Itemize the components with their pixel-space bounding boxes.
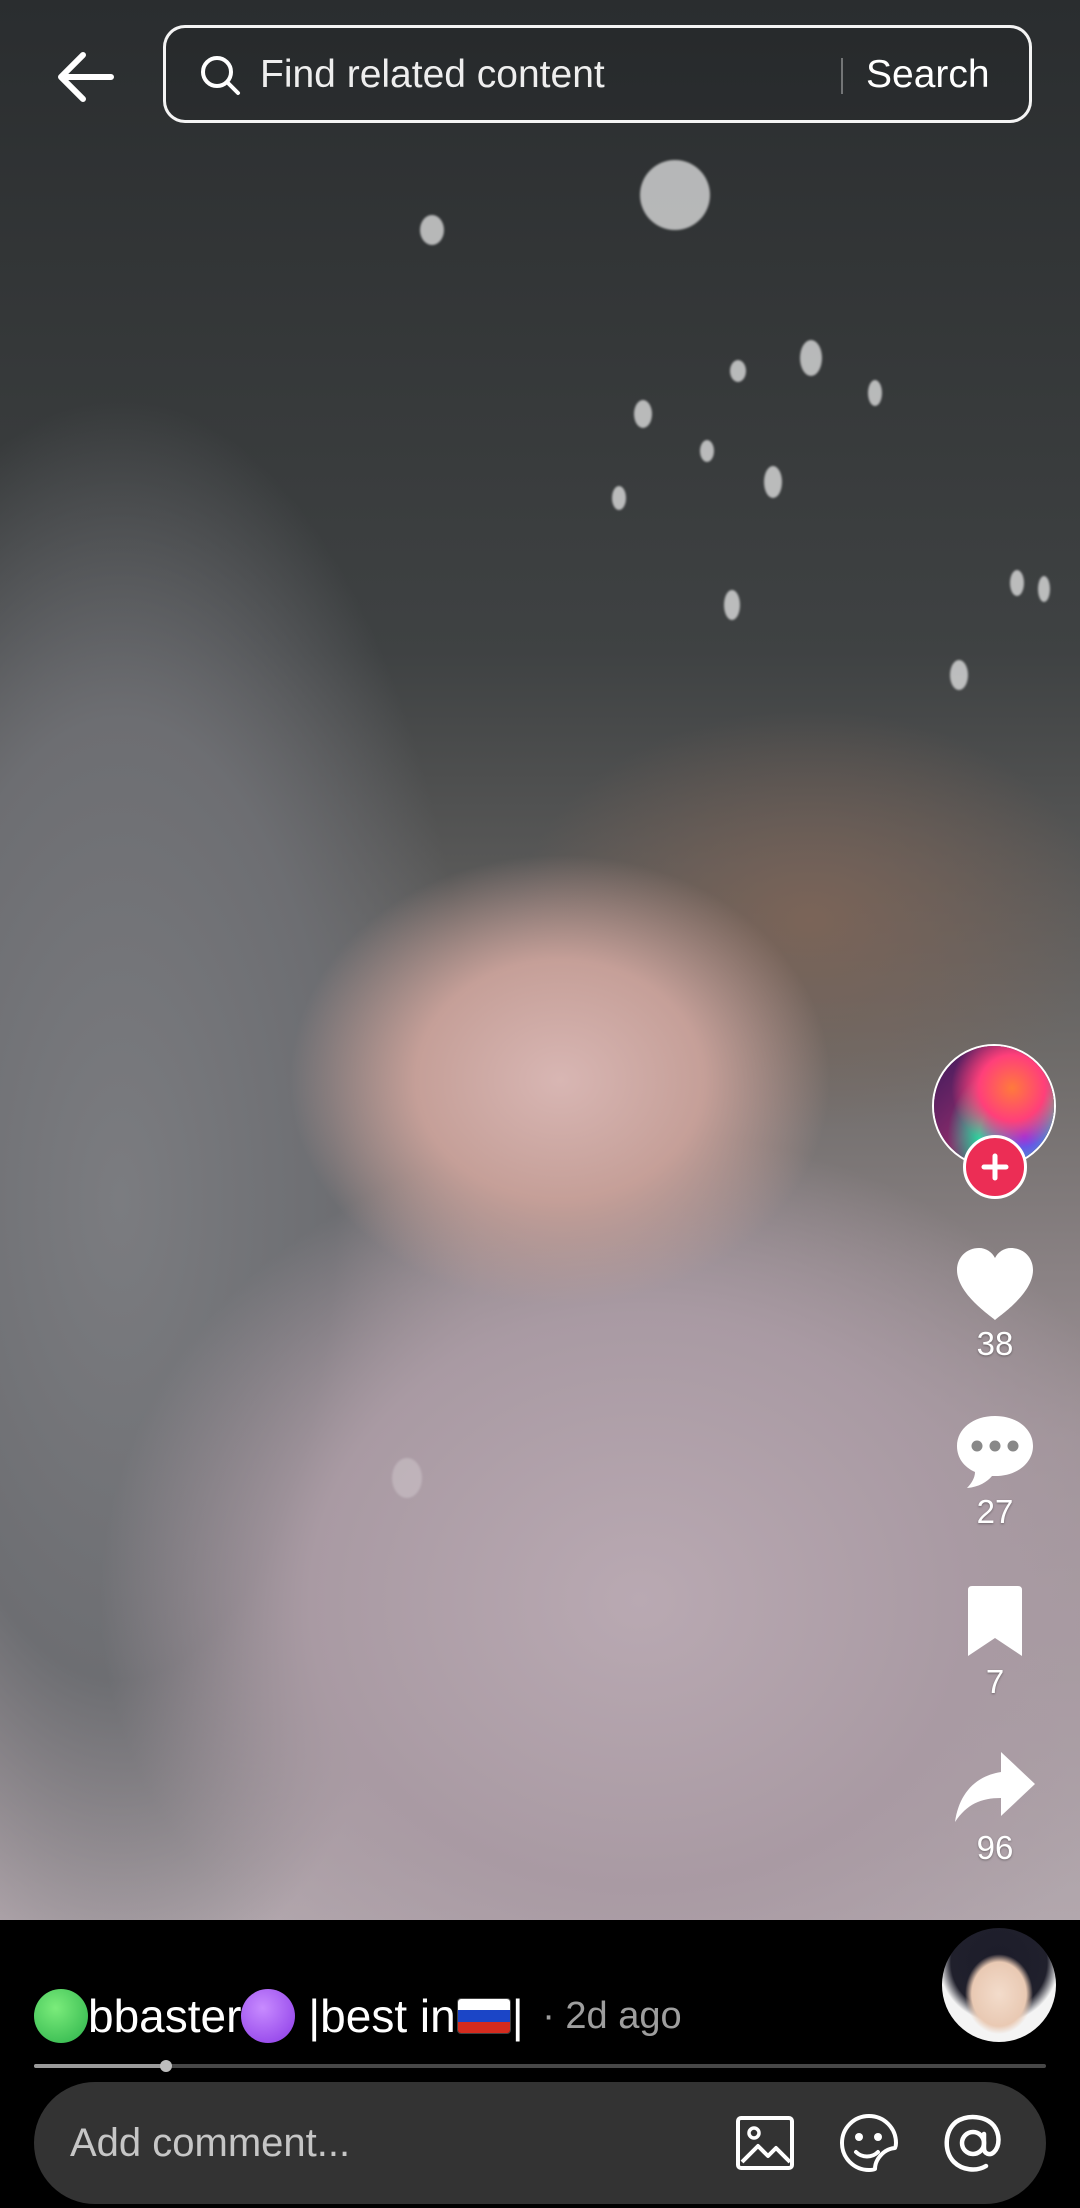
- video-player[interactable]: [0, 0, 1080, 1920]
- video-progress-bar[interactable]: [34, 2060, 1046, 2072]
- comment-bubble-icon: [957, 1416, 1033, 1488]
- comment-bar[interactable]: Add comment...: [34, 2082, 1046, 2204]
- russia-flag-icon: [457, 1999, 510, 2033]
- music-avatar[interactable]: [942, 1928, 1056, 2042]
- favorite-count: 7: [985, 1663, 1005, 1700]
- share-count: 96: [976, 1829, 1014, 1866]
- comment-count: 27: [976, 1493, 1014, 1530]
- comment-button[interactable]: 27: [940, 1412, 1050, 1532]
- follow-button[interactable]: [963, 1135, 1027, 1199]
- at-mention-icon[interactable]: [942, 2112, 1004, 2174]
- creator-name: bbaster: [88, 1990, 242, 2042]
- plus-icon: [981, 1153, 1009, 1181]
- sticker-icon[interactable]: [838, 2112, 900, 2174]
- search-divider: [841, 58, 843, 94]
- post-time: · 2d ago: [531, 1994, 682, 2037]
- search-input[interactable]: Find related content: [260, 52, 605, 98]
- caption[interactable]: bbaster |best in | · 2d ago: [34, 1984, 682, 2048]
- favorite-button[interactable]: 7: [940, 1584, 1050, 1702]
- green-circle-emoji: [34, 1989, 88, 2043]
- back-button[interactable]: [48, 40, 122, 114]
- caption-tail: |: [511, 1990, 524, 2042]
- share-arrow-icon: [955, 1752, 1035, 1822]
- progress-fill: [34, 2064, 166, 2068]
- bookmark-icon: [968, 1586, 1022, 1656]
- caption-tagline: |best in: [295, 1990, 456, 2042]
- search-bar[interactable]: Find related content Search: [163, 25, 1032, 123]
- progress-knob[interactable]: [159, 2060, 172, 2072]
- arrow-left-icon: [58, 52, 114, 102]
- like-count: 38: [976, 1325, 1014, 1362]
- image-icon[interactable]: [734, 2112, 796, 2174]
- comment-input[interactable]: Add comment...: [70, 2120, 350, 2166]
- purple-circle-emoji: [241, 1989, 296, 2043]
- like-button[interactable]: 38: [940, 1246, 1050, 1364]
- share-button[interactable]: 96: [940, 1750, 1050, 1868]
- search-button[interactable]: Search: [866, 52, 990, 98]
- search-icon: [201, 56, 240, 95]
- heart-icon: [957, 1248, 1033, 1320]
